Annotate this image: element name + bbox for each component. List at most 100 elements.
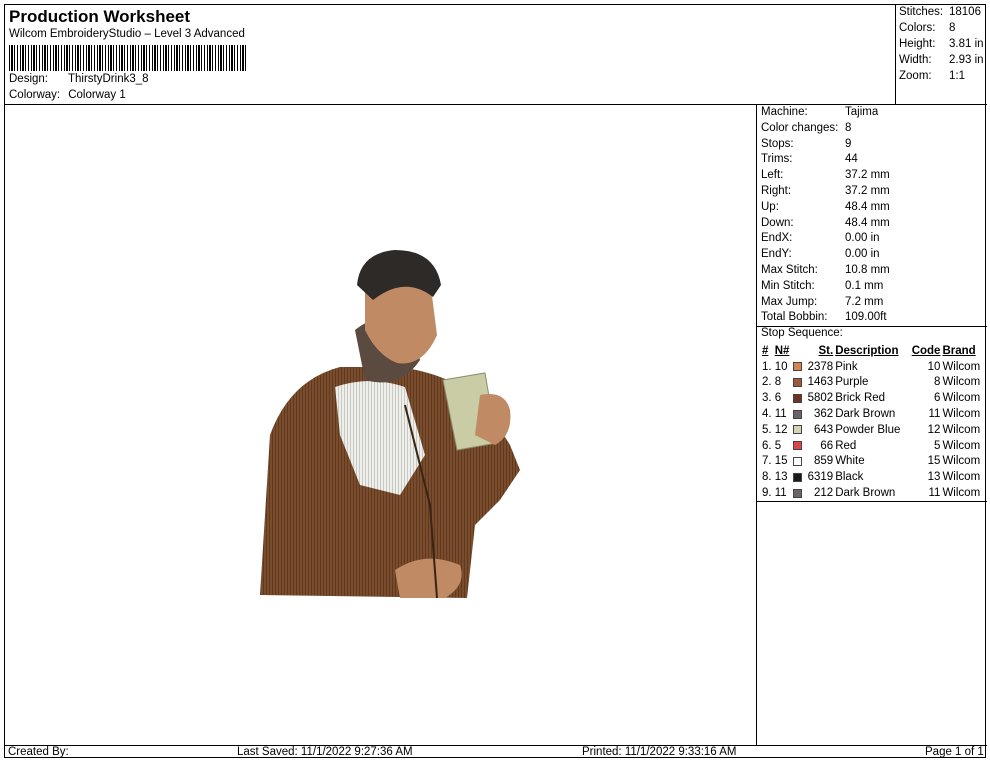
machine-info-row: Down: 48.4 mm: [761, 217, 890, 229]
needle-num: 15: [774, 455, 788, 468]
colors-label: Colors:: [899, 22, 936, 34]
color-code: 12: [927, 423, 941, 436]
machine-info-value: 8: [845, 121, 852, 134]
machine-info-label: Max Stitch:: [761, 264, 818, 276]
color-code: 6: [934, 392, 941, 405]
machine-info-row: Up: 48.4 mm: [761, 201, 890, 213]
machine-info-label: Trims:: [761, 153, 793, 166]
thread-brand: Wilcom: [942, 487, 981, 500]
design-label: Design:: [9, 73, 48, 85]
stop-sequence-row: 9. 11 212 Dark Brown 11 Wilcom: [761, 485, 985, 501]
swatch-square: [792, 409, 802, 419]
thread-brand: Wilcom: [942, 408, 981, 421]
stop-sequence-table: # N# St. Description Code Brand 1. 10 2378…: [761, 343, 985, 501]
color-code: 11: [928, 487, 941, 500]
stitch-count: 2378: [807, 360, 834, 373]
machine-info-row: Left: 37.2 mm: [761, 169, 890, 181]
col-n: N#: [774, 344, 790, 357]
stop-sequence-row: 1. 10 2378 Pink 10 Wilcom: [761, 359, 985, 375]
machine-info-label: Right:: [761, 185, 792, 197]
color-description: Dark Brown: [835, 408, 896, 421]
machine-info-panel: Machine: Tajima Color changes: 8 Stops: 9 Trim…: [757, 105, 987, 745]
stitch-count: 643: [814, 423, 834, 436]
page-title: Production Worksheet: [9, 7, 191, 26]
col-description: Description: [835, 344, 899, 357]
software-subtitle: Wilcom EmbroideryStudio – Level 3 Advanc…: [9, 28, 245, 40]
color-description: Red: [835, 439, 857, 452]
col-num: #: [762, 344, 769, 357]
needle-num: 10: [774, 360, 788, 373]
thread-brand: Wilcom: [942, 376, 981, 389]
thread-brand: Wilcom: [942, 439, 981, 452]
color-swatch: [792, 438, 804, 454]
zoom-row: Zoom: 1:1: [899, 70, 965, 82]
col-stitches: St.: [818, 344, 834, 357]
needle-num: 6: [774, 392, 782, 405]
stop-num: 2.: [762, 376, 772, 389]
needle-num: 11: [774, 487, 787, 500]
color-description: Dark Brown: [835, 487, 896, 500]
last-saved: Last Saved: 11/1/2022 9:27:36 AM: [237, 746, 413, 758]
color-swatch: [792, 485, 804, 501]
stop-sequence-row: 5. 12 643 Powder Blue 12 Wilcom: [761, 422, 985, 438]
stop-sequence-row: 6. 5 66 Red 5 Wilcom: [761, 438, 985, 454]
worksheet-footer: Created By: Last Saved: 11/1/2022 9:27:3…: [5, 745, 987, 759]
height-row: Height: 3.81 in: [899, 38, 984, 50]
stop-sequence-row: 3. 6 5802 Brick Red 6 Wilcom: [761, 390, 985, 406]
color-swatch: [792, 469, 804, 485]
swatch-square: [792, 393, 802, 403]
needle-num: 12: [774, 423, 788, 436]
machine-info-label: EndY:: [761, 248, 792, 261]
printed-date: Printed: 11/1/2022 9:33:16 AM: [582, 746, 737, 758]
swatch-square: [792, 456, 802, 466]
machine-info-row: Trims: 44: [761, 153, 858, 165]
worksheet-frame: Production Worksheet Wilcom EmbroiderySt…: [4, 4, 987, 759]
machine-info-label: Color changes:: [761, 121, 839, 134]
machine-info-row: Max Jump: 7.2 mm: [761, 296, 883, 308]
machine-info-value: 48.4 mm: [845, 216, 890, 229]
color-description: Powder Blue: [835, 423, 901, 436]
stitches-label: Stitches:: [899, 6, 944, 18]
color-swatch: [792, 406, 804, 422]
stitch-count: 1463: [807, 376, 834, 389]
machine-info-value: 48.4 mm: [845, 200, 890, 213]
lower-hand-shape: [395, 558, 462, 598]
col-swatch: [792, 343, 804, 359]
thread-brand: Wilcom: [942, 423, 981, 436]
machine-info-value: 44: [845, 153, 858, 166]
table-bottom-divider: [757, 501, 987, 502]
page-number: Page 1 of 1: [925, 746, 984, 758]
created-by: Created By:: [8, 746, 69, 758]
color-swatch: [792, 454, 804, 470]
stitch-count: 66: [820, 439, 834, 452]
colors-value: 8: [949, 22, 956, 34]
zoom-value: 1:1: [949, 70, 965, 82]
stitches-row: Stitches: 18106: [899, 6, 981, 18]
color-swatch: [792, 375, 804, 391]
stitch-count: 859: [814, 455, 834, 468]
machine-info-value: 0.1 mm: [845, 279, 884, 292]
machine-info-label: Left:: [761, 169, 784, 182]
design-row: Design: ThirstyDrink3_8: [9, 73, 149, 85]
embroidery-design-image: [260, 250, 520, 599]
stop-sequence-row: 2. 8 1463 Purple 8 Wilcom: [761, 375, 985, 391]
stop-num: 9.: [762, 487, 772, 500]
machine-info-value: Tajima: [845, 106, 879, 118]
stop-num: 7.: [762, 455, 772, 468]
summary-box: Stitches: 18106 Colors: 8 Height: 3.81 in W…: [895, 5, 987, 105]
machine-info-value: 10.8 mm: [845, 264, 890, 276]
design-preview: [5, 105, 757, 745]
machine-info-value: 0.00 in: [845, 248, 880, 261]
color-description: Black: [835, 471, 864, 484]
machine-info-row: EndX: 0.00 in: [761, 232, 880, 244]
machine-info-label: Min Stitch:: [761, 279, 815, 292]
width-row: Width: 2.93 in: [899, 54, 984, 66]
stop-num: 4.: [762, 408, 772, 421]
machine-info-label: Up:: [761, 200, 779, 213]
machine-info-value: 109.00ft: [845, 311, 887, 324]
zoom-label: Zoom:: [899, 70, 932, 82]
machine-info-row: Machine: Tajima: [761, 106, 878, 118]
stitch-count: 6319: [807, 471, 834, 484]
machine-info-row: Color changes: 8: [761, 122, 851, 134]
thread-brand: Wilcom: [942, 360, 981, 373]
